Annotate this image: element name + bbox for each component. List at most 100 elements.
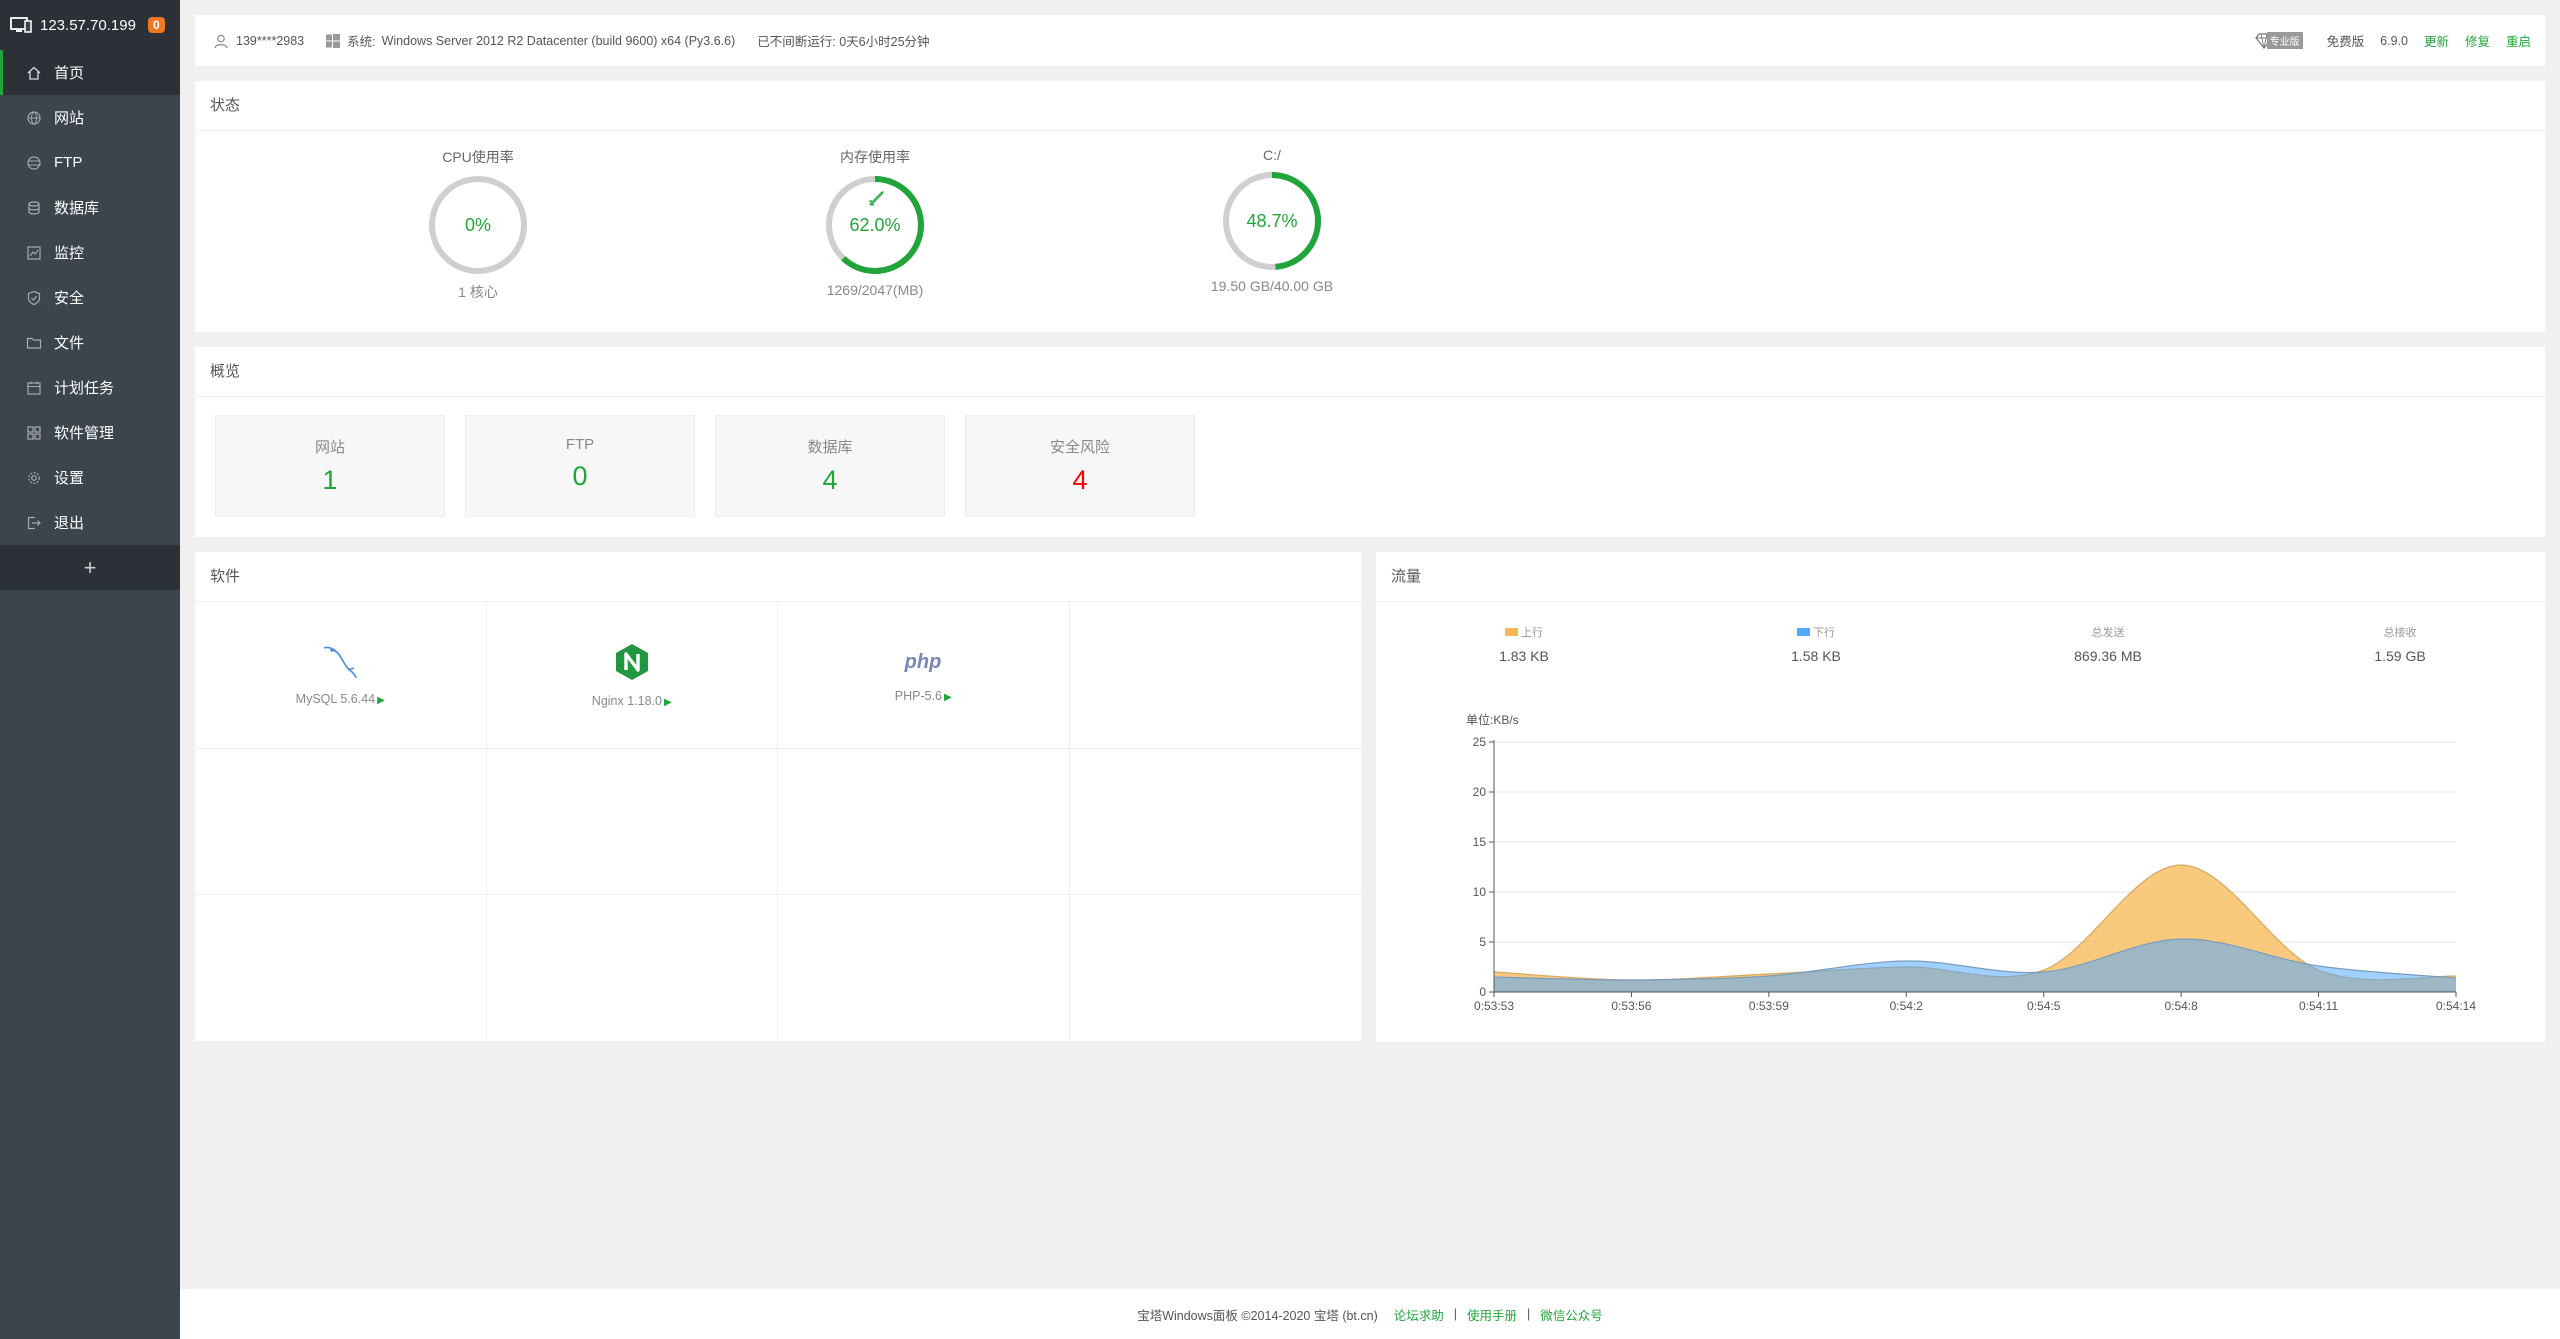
mysql-icon — [323, 646, 358, 678]
software-grid: MySQL 5.6.44 ▶ Nginx 1.18.0 ▶ php PHP-5.6 ▶ — [195, 602, 1361, 1042]
disk-gauge[interactable]: C:/ 48.7% 19.50 GB/40.00 GB — [1172, 131, 1372, 294]
restart-link[interactable]: 重启 — [2506, 31, 2531, 50]
software-name: MySQL 5.6.44 ▶ — [295, 691, 385, 706]
sidebar-item-logout[interactable]: 退出 — [0, 500, 180, 545]
free-edition-label: 免费版 — [2326, 35, 2365, 49]
x-tick-label: 0:53:56 — [1611, 999, 1651, 1013]
cpu-gauge[interactable]: CPU使用率 0% 1 核心 — [378, 131, 578, 302]
card-label: 网站 — [314, 439, 345, 456]
status-title: 状态 — [195, 81, 2545, 131]
pro-tag: 专业版 — [2266, 32, 2303, 49]
card-value: 1 — [322, 465, 338, 495]
traffic-stat-upload: 上行 1.83 KB — [1424, 624, 1624, 664]
software-empty-slot — [778, 748, 1070, 896]
software-item-php[interactable]: php PHP-5.6 ▶ — [778, 602, 1070, 749]
windows-icon — [326, 33, 341, 48]
card-value: 4 — [822, 465, 838, 495]
stat-value: 1.83 KB — [1499, 648, 1549, 664]
card-value: 4 — [1072, 465, 1088, 495]
sidebar-item-files[interactable]: 文件 — [0, 320, 180, 365]
y-tick-label: 15 — [1473, 835, 1487, 849]
sidebar: 123.57.70.199 0 首页 网站 FTP 数据库 监控 安全 文件 计… — [0, 0, 180, 1339]
server-header: 123.57.70.199 0 — [0, 0, 180, 50]
software-empty-slot — [1069, 602, 1361, 749]
traffic-stat-total-received: 总接收 1.59 GB — [2300, 624, 2500, 664]
stat-value: 869.36 MB — [2074, 648, 2142, 664]
separator: | — [1453, 1307, 1458, 1321]
sidebar-item-label: 软件管理 — [54, 425, 115, 442]
sidebar-item-label: FTP — [54, 154, 83, 171]
stat-value: 1.58 KB — [1791, 648, 1841, 664]
overview-card-websites[interactable]: 网站 1 — [215, 415, 445, 517]
sidebar-item-monitor[interactable]: 监控 — [0, 230, 180, 275]
traffic-chart[interactable]: 单位:KB/s 0 5 10 15 20 25 0:53:53 0:53:56 0:53:59 0… — [1376, 702, 2545, 1022]
gauge-subtitle: 19.50 GB/40.00 GB — [1210, 278, 1334, 294]
y-tick-label: 20 — [1473, 785, 1487, 799]
copyright: 宝塔Windows面板 ©2014-2020 宝塔 (bt.cn) — [1137, 1308, 1378, 1323]
update-link[interactable]: 更新 — [2424, 31, 2449, 50]
repair-link[interactable]: 修复 — [2465, 31, 2490, 50]
gauge-ring: 62.0% — [826, 176, 924, 274]
add-menu-button[interactable]: + — [0, 545, 180, 590]
x-tick-label: 0:54:2 — [1890, 999, 1924, 1013]
sidebar-item-label: 计划任务 — [54, 380, 115, 397]
sidebar-item-label: 网站 — [54, 110, 85, 127]
traffic-title: 流量 — [1376, 552, 2545, 602]
gauge-subtitle: 1269/2047(MB) — [826, 282, 924, 298]
notification-badge[interactable]: 0 — [147, 17, 165, 33]
sidebar-item-cron[interactable]: 计划任务 — [0, 365, 180, 410]
start-icon[interactable]: ▶ — [664, 697, 672, 708]
server-ip: 123.57.70.199 — [40, 16, 136, 34]
sidebar-item-home[interactable]: 首页 — [0, 50, 180, 95]
sidebar-item-ftp[interactable]: FTP — [0, 140, 180, 185]
wechat-link[interactable]: 微信公众号 — [1540, 1305, 1603, 1324]
uptime-text: 已不间断运行: 0天6小时25分钟 — [757, 35, 930, 49]
x-tick-label: 0:53:53 — [1474, 999, 1514, 1013]
user-info[interactable]: 139****2983 — [213, 33, 304, 49]
home-icon — [26, 65, 42, 81]
stat-value: 1.59 GB — [2374, 648, 2426, 664]
memory-gauge[interactable]: 内存使用率 62.0% 1269/2047(MB) — [775, 131, 975, 298]
sidebar-item-label: 首页 — [54, 65, 85, 82]
main-content: 139****2983 系统: Windows Server 2012 R2 D… — [180, 0, 2560, 1339]
y-tick-label: 10 — [1473, 885, 1487, 899]
gauge-title: C:/ — [1263, 147, 1281, 163]
overview-card-ftp[interactable]: FTP 0 — [465, 415, 695, 517]
database-icon — [26, 200, 42, 216]
overview-card-database[interactable]: 数据库 4 — [715, 415, 945, 517]
sidebar-item-label: 数据库 — [54, 200, 100, 217]
system-label: 系统: — [347, 35, 376, 49]
start-icon[interactable]: ▶ — [377, 695, 385, 706]
sidebar-item-security[interactable]: 安全 — [0, 275, 180, 320]
download-swatch — [1797, 628, 1810, 636]
y-tick-label: 25 — [1473, 735, 1487, 749]
calendar-icon — [26, 380, 42, 396]
overview-card-security-risk[interactable]: 安全风险 4 — [965, 415, 1195, 517]
ftp-icon — [26, 155, 42, 171]
sidebar-item-database[interactable]: 数据库 — [0, 185, 180, 230]
gauge-value: 0% — [465, 215, 491, 235]
software-item-mysql[interactable]: MySQL 5.6.44 ▶ — [195, 602, 487, 749]
traffic-stat-total-sent: 总发送 869.36 MB — [2008, 624, 2208, 664]
software-empty-slot — [486, 748, 778, 896]
y-tick-label: 5 — [1479, 935, 1486, 949]
x-tick-label: 0:54:11 — [2299, 999, 2338, 1013]
manual-link[interactable]: 使用手册 — [1467, 1305, 1517, 1324]
sidebar-item-settings[interactable]: 设置 — [0, 455, 180, 500]
traffic-stat-download: 下行 1.58 KB — [1716, 624, 1916, 664]
start-icon[interactable]: ▶ — [944, 692, 952, 703]
version-number: 6.9.0 — [2380, 33, 2408, 48]
software-item-nginx[interactable]: Nginx 1.18.0 ▶ — [486, 602, 778, 749]
x-tick-label: 0:53:59 — [1749, 999, 1789, 1013]
rocket-icon[interactable] — [869, 191, 884, 206]
x-tick-label: 0:54:14 — [2436, 999, 2476, 1013]
grid-icon — [26, 425, 42, 441]
forum-link[interactable]: 论坛求助 — [1394, 1305, 1444, 1324]
version-controls: 专业版 免费版 6.9.0 更新 修复 重启 — [2254, 31, 2545, 50]
pro-badge[interactable]: 专业版 — [2254, 32, 2319, 49]
sidebar-item-website[interactable]: 网站 — [0, 95, 180, 140]
gear-icon — [26, 470, 42, 486]
sidebar-item-software[interactable]: 软件管理 — [0, 410, 180, 455]
gauge-subtitle: 1 核心 — [458, 284, 498, 300]
software-empty-slot — [1069, 749, 1361, 896]
